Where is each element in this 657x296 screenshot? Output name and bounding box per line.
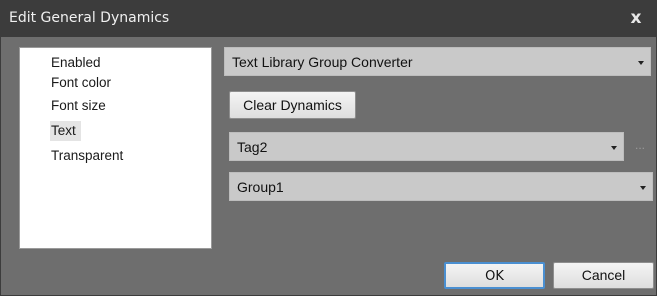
tag-select[interactable]: Tag2 xyxy=(229,132,624,161)
property-item-font-size[interactable]: Font size xyxy=(50,96,111,116)
chevron-down-icon xyxy=(640,186,646,190)
clear-dynamics-button[interactable]: Clear Dynamics xyxy=(229,91,356,119)
tag-select-value: Tag2 xyxy=(237,139,268,155)
close-icon[interactable]: x xyxy=(626,7,646,29)
edit-general-dynamics-dialog: Edit General Dynamics x Enabled Font col… xyxy=(0,0,657,296)
property-item-enabled[interactable]: Enabled xyxy=(50,53,106,73)
tag-browse-button[interactable]: ... xyxy=(635,138,645,152)
property-list[interactable]: Enabled Font color Font size Text Transp… xyxy=(19,47,212,249)
property-item-text[interactable]: Text xyxy=(50,121,81,141)
chevron-down-icon xyxy=(638,61,644,65)
ok-button[interactable]: OK xyxy=(444,262,545,289)
chevron-down-icon xyxy=(611,146,617,150)
cancel-button[interactable]: Cancel xyxy=(553,262,654,289)
group-select[interactable]: Group1 xyxy=(229,172,653,201)
dialog-title: Edit General Dynamics xyxy=(9,10,170,26)
titlebar: Edit General Dynamics x xyxy=(1,1,656,37)
converter-select-value: Text Library Group Converter xyxy=(232,54,413,70)
property-item-font-color[interactable]: Font color xyxy=(50,73,116,93)
converter-select[interactable]: Text Library Group Converter xyxy=(224,47,651,76)
property-item-transparent[interactable]: Transparent xyxy=(50,146,128,166)
group-select-value: Group1 xyxy=(237,179,284,195)
